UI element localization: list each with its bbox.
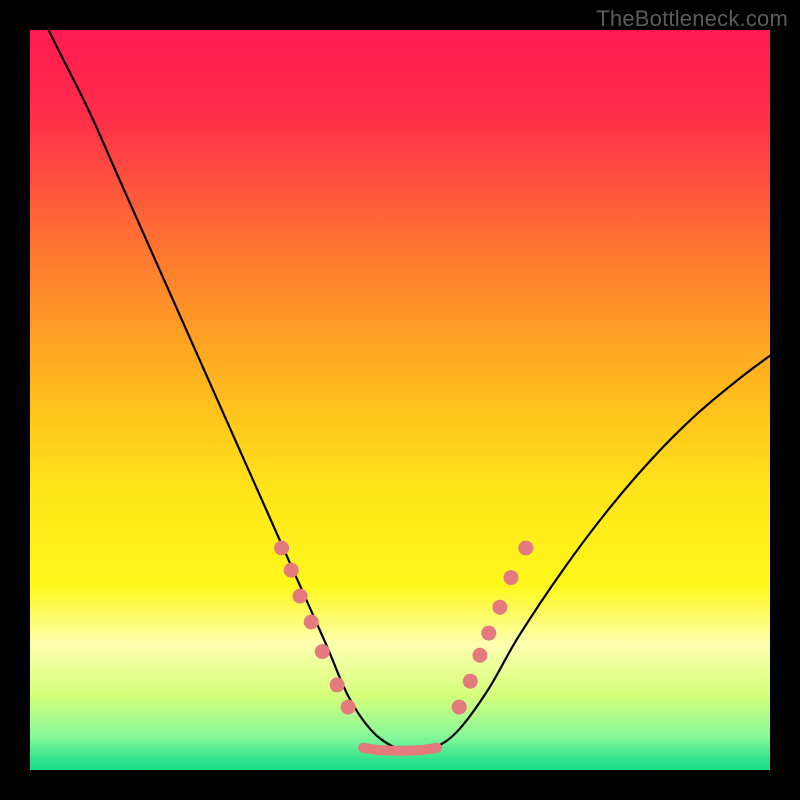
marker-dot <box>315 644 330 659</box>
marker-dot <box>293 589 308 604</box>
marker-dot <box>330 677 345 692</box>
bottleneck-curve <box>30 30 770 751</box>
marker-dot <box>481 626 496 641</box>
chart-stage: TheBottleneck.com <box>0 0 800 800</box>
right-markers <box>452 541 534 715</box>
marker-dot <box>504 570 519 585</box>
marker-dot <box>341 700 356 715</box>
marker-dot <box>274 541 289 556</box>
marker-dot <box>492 600 507 615</box>
marker-dot <box>518 541 533 556</box>
plot-area <box>30 30 770 770</box>
marker-dot <box>463 674 478 689</box>
curve-layer <box>30 30 770 770</box>
left-markers <box>274 541 356 715</box>
marker-dot <box>304 615 319 630</box>
marker-dot <box>452 700 467 715</box>
watermark-text: TheBottleneck.com <box>596 6 788 32</box>
bottom-marker-band <box>363 748 437 751</box>
marker-dot <box>284 563 299 578</box>
marker-dot <box>472 648 487 663</box>
